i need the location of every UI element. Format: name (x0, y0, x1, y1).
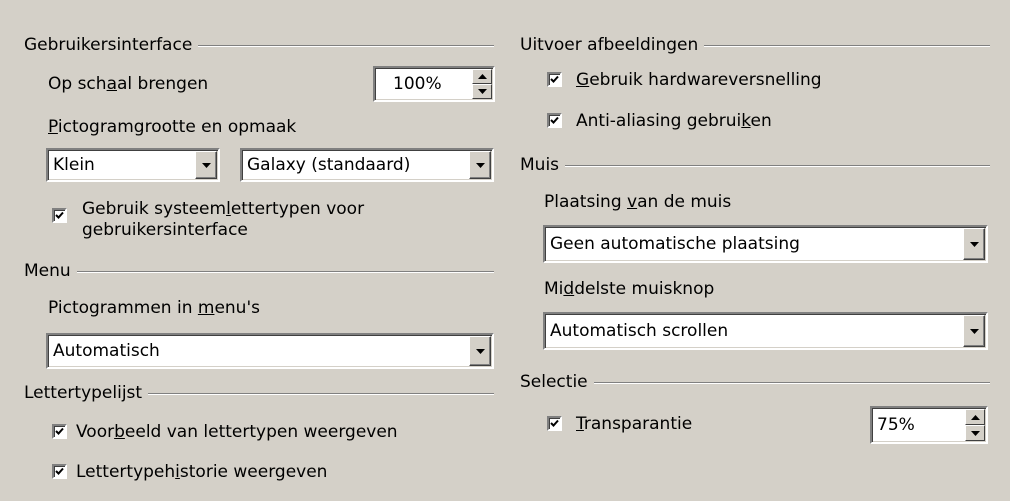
transparency-spin-up-button[interactable] (965, 409, 985, 425)
anti-aliasing-label: Anti-aliasing gebruiken (576, 111, 772, 131)
middle-button-label: Middelste muisknop (544, 279, 715, 299)
section-gebruikersinterface: Gebruikersinterface (24, 34, 494, 56)
triangle-up-icon (970, 414, 980, 420)
triangle-up-icon (477, 74, 487, 79)
hw-acceleration-checkbox[interactable] (547, 72, 562, 87)
icon-size-dropdown-button[interactable] (195, 151, 217, 179)
section-lettertypelijst: Lettertypelijst (24, 382, 494, 404)
section-title: Menu (24, 260, 77, 282)
scale-spin-buttons (472, 69, 492, 99)
transparency-checkbox[interactable] (547, 416, 562, 431)
section-title: Uitvoer afbeeldingen (520, 34, 705, 56)
check-icon (55, 467, 64, 475)
section-muis: Muis (520, 154, 990, 176)
icon-size-dropdown[interactable]: Klein (46, 148, 220, 182)
scale-spin-up-button[interactable] (472, 69, 492, 84)
triangle-down-icon (969, 241, 979, 247)
check-icon (55, 211, 64, 219)
font-history-label: Lettertypehistorie weergeven (76, 462, 328, 482)
icon-size-value: Klein (53, 155, 95, 175)
triangle-down-icon (969, 328, 979, 334)
section-divider (520, 165, 990, 167)
transparency-label: Transparantie (576, 414, 693, 434)
menu-icons-value: Automatisch (53, 341, 160, 361)
mouse-placement-label: Plaatsing van de muis (544, 192, 732, 212)
scale-value: 100% (393, 74, 442, 94)
check-icon (55, 427, 64, 435)
menu-icons-dropdown-button[interactable] (469, 336, 491, 366)
triangle-down-icon (477, 89, 487, 94)
font-history-checkbox[interactable] (52, 464, 67, 479)
system-font-label: Gebruik systeemlettertypen voor gebruike… (82, 199, 365, 240)
transparency-spin-down-button[interactable] (965, 425, 985, 441)
middle-button-dropdown-button[interactable] (963, 315, 985, 347)
icon-style-dropdown[interactable]: Galaxy (standaard) (240, 148, 494, 182)
transparency-value: 75% (877, 415, 915, 435)
anti-aliasing-checkbox[interactable] (547, 113, 562, 128)
check-icon (550, 75, 559, 83)
menu-icons-label: Pictogrammen in menu's (48, 298, 260, 318)
icon-style-value: Galaxy (standaard) (247, 155, 411, 175)
font-preview-label: Voorbeeld van lettertypen weergeven (76, 422, 398, 442)
transparency-spin-buttons (965, 409, 985, 441)
section-title: Muis (520, 154, 566, 176)
mouse-placement-value: Geen automatische plaatsing (550, 234, 800, 254)
section-menu: Menu (24, 260, 494, 282)
check-icon (550, 116, 559, 124)
section-uitvoer-afbeeldingen: Uitvoer afbeeldingen (520, 34, 990, 56)
icon-style-dropdown-button[interactable] (469, 151, 491, 179)
menu-icons-dropdown[interactable]: Automatisch (46, 333, 494, 369)
icon-size-style-label: Pictogramgrootte en opmaak (48, 117, 297, 137)
triangle-down-icon (201, 162, 211, 168)
font-preview-checkbox[interactable] (52, 424, 67, 439)
section-divider (24, 271, 494, 273)
middle-button-value: Automatisch scrollen (550, 321, 729, 341)
scale-spin-down-button[interactable] (472, 84, 492, 99)
hw-acceleration-label: Gebruik hardwareversnelling (576, 70, 822, 90)
scale-label: Op schaal brengen (48, 74, 209, 94)
section-title: Gebruikersinterface (24, 34, 199, 56)
triangle-down-icon (970, 430, 980, 436)
transparency-spinbox[interactable]: 75% (870, 406, 988, 444)
mouse-placement-dropdown[interactable]: Geen automatische plaatsing (543, 225, 988, 263)
section-title: Lettertypelijst (24, 382, 149, 404)
triangle-down-icon (475, 348, 485, 354)
system-font-checkbox[interactable] (52, 208, 67, 223)
middle-button-dropdown[interactable]: Automatisch scrollen (543, 312, 988, 350)
section-selectie: Selectie (520, 371, 990, 393)
mouse-placement-dropdown-button[interactable] (963, 228, 985, 260)
triangle-down-icon (475, 162, 485, 168)
check-icon (550, 419, 559, 427)
section-title: Selectie (520, 371, 594, 393)
scale-spinbox[interactable]: 100% (373, 66, 495, 102)
